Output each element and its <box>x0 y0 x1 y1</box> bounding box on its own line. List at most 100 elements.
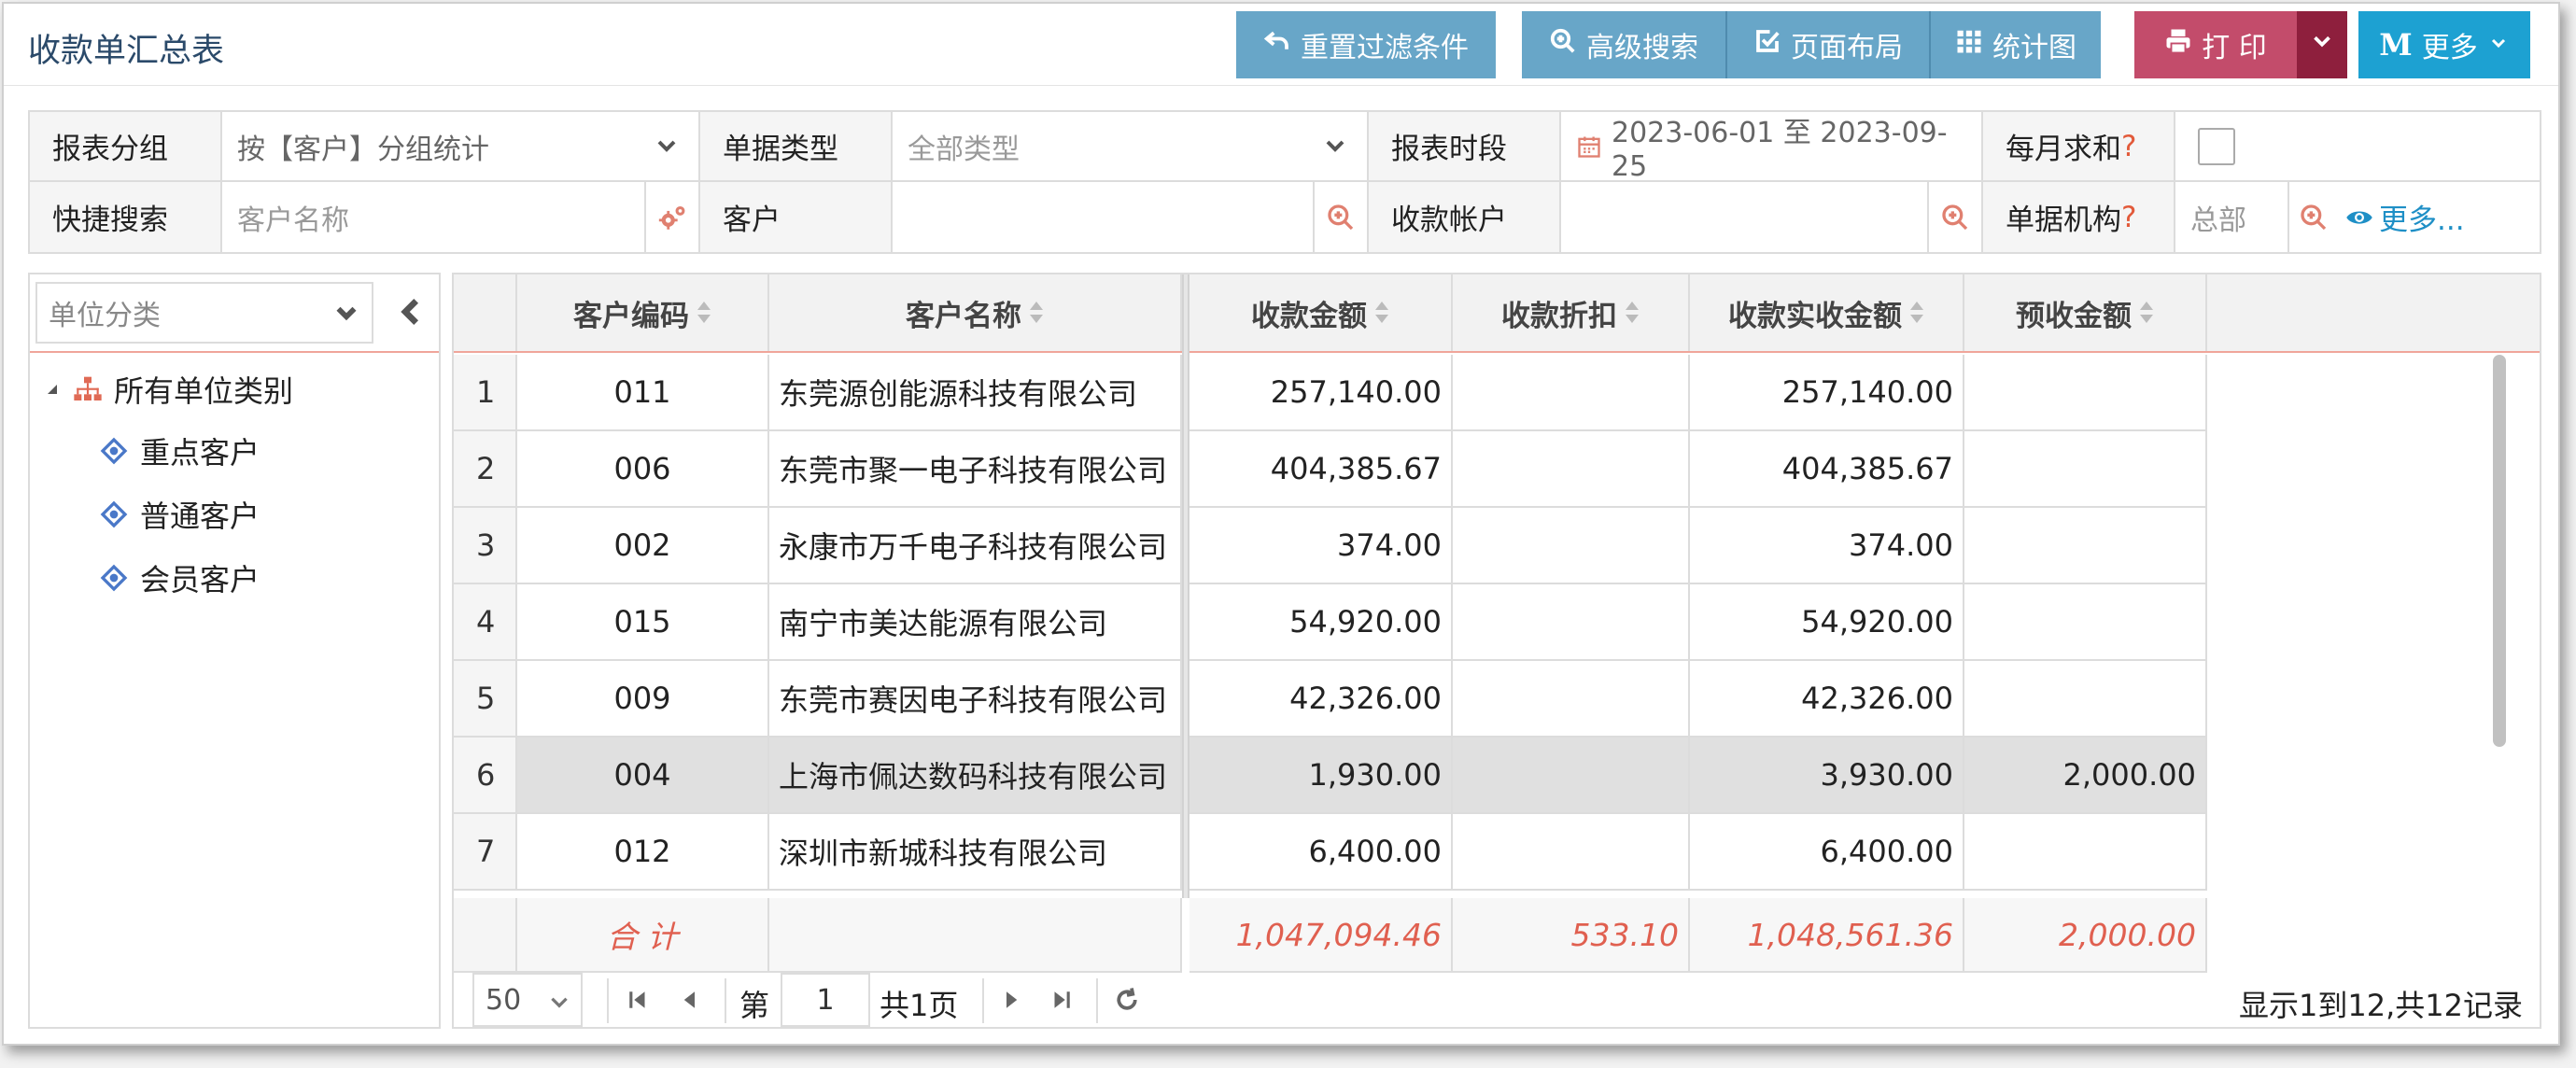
prev-page-icon[interactable] <box>676 986 704 1018</box>
cell-advance[interactable]: 2,000.00 <box>1964 738 2207 814</box>
org-input[interactable]: 总部 <box>2175 182 2289 252</box>
table-row[interactable]: 7 012 深圳市新城科技有限公司 6,400.00 6,400.00 <box>454 814 2508 891</box>
more-button[interactable]: M 更多 <box>2358 11 2530 78</box>
cell-discount[interactable] <box>1453 584 1690 661</box>
cell-amount[interactable]: 54,920.00 <box>1189 584 1453 661</box>
table-row[interactable]: 2 006 东莞市聚一电子科技有限公司 404,385.67 404,385.67 <box>454 431 2508 508</box>
last-page-icon[interactable] <box>1048 986 1076 1018</box>
cell-advance[interactable] <box>1964 584 2207 661</box>
table-row[interactable]: 6 004 上海市佩达数码科技有限公司 1,930.00 3,930.00 2,000.0… <box>454 738 2508 814</box>
cell-actual[interactable]: 42,326.00 <box>1690 661 1964 738</box>
cell-amount[interactable]: 374.00 <box>1189 508 1453 584</box>
cell-code[interactable]: 004 <box>517 738 769 814</box>
cell-name[interactable]: 深圳市新城科技有限公司 <box>769 814 1182 891</box>
cell-amount[interactable]: 257,140.00 <box>1189 355 1453 431</box>
search-settings-button[interactable] <box>646 182 700 252</box>
cell-discount[interactable] <box>1453 814 1690 891</box>
collapse-panel-button[interactable] <box>394 293 426 334</box>
cell-amount[interactable]: 404,385.67 <box>1189 431 1453 508</box>
row-number[interactable]: 2 <box>454 431 517 508</box>
reset-filter-button[interactable]: 重置过滤条件 <box>1236 11 1496 78</box>
cell-code[interactable]: 012 <box>517 814 769 891</box>
category-select[interactable]: 单位分类 <box>35 282 373 344</box>
col-header-amount[interactable]: 收款金额 <box>1189 274 1453 351</box>
cell-code[interactable]: 015 <box>517 584 769 661</box>
customer-lookup-button[interactable] <box>1315 182 1369 252</box>
cell-name[interactable]: 永康市万千电子科技有限公司 <box>769 508 1182 584</box>
cell-amount[interactable]: 42,326.00 <box>1189 661 1453 738</box>
cell-name[interactable]: 南宁市美达能源有限公司 <box>769 584 1182 661</box>
zoom-in-icon[interactable] <box>2299 203 2329 232</box>
cell-code[interactable]: 006 <box>517 431 769 508</box>
next-page-icon[interactable] <box>997 986 1025 1018</box>
cell-name[interactable]: 东莞源创能源科技有限公司 <box>769 355 1182 431</box>
help-mark[interactable]: ? <box>2121 130 2136 163</box>
report-group-select[interactable]: 按【客户】分组统计 <box>222 112 700 182</box>
row-number[interactable]: 1 <box>454 355 517 431</box>
cell-discount[interactable] <box>1453 738 1690 814</box>
monthly-sum-checkbox[interactable] <box>2198 127 2235 165</box>
page-number-input[interactable]: 1 <box>781 973 870 1027</box>
print-dropdown-button[interactable] <box>2297 11 2347 78</box>
col-header-name[interactable]: 客户名称 <box>769 274 1182 351</box>
cell-discount[interactable] <box>1453 508 1690 584</box>
cell-code[interactable]: 009 <box>517 661 769 738</box>
cell-advance[interactable] <box>1964 355 2207 431</box>
cell-discount[interactable] <box>1453 431 1690 508</box>
cell-code[interactable]: 002 <box>517 508 769 584</box>
page-layout-button[interactable]: 页面布局 <box>1725 11 1929 78</box>
cell-amount[interactable]: 6,400.00 <box>1189 814 1453 891</box>
cell-discount[interactable] <box>1453 355 1690 431</box>
doc-type-select[interactable]: 全部类型 <box>893 112 1369 182</box>
customer-input[interactable] <box>893 182 1315 252</box>
table-row[interactable]: 3 002 永康市万千电子科技有限公司 374.00 374.00 <box>454 508 2508 584</box>
collapse-triangle-icon[interactable] <box>43 380 62 399</box>
row-number[interactable]: 3 <box>454 508 517 584</box>
col-header-code[interactable]: 客户编码 <box>517 274 769 351</box>
refresh-icon[interactable] <box>1113 986 1141 1018</box>
table-row[interactable]: 4 015 南宁市美达能源有限公司 54,920.00 54,920.00 <box>454 584 2508 661</box>
vertical-scrollbar[interactable] <box>2493 355 2506 747</box>
row-number[interactable]: 7 <box>454 814 517 891</box>
advanced-search-button[interactable]: 高级搜索 <box>1522 11 1725 78</box>
cell-name[interactable]: 东莞市聚一电子科技有限公司 <box>769 431 1182 508</box>
table-row[interactable]: 5 009 东莞市赛因电子科技有限公司 42,326.00 42,326.00 <box>454 661 2508 738</box>
tree-node-key-customers[interactable]: 重点客户 <box>99 429 260 472</box>
col-header-advance[interactable]: 预收金额 <box>1964 274 2207 351</box>
row-number[interactable]: 6 <box>454 738 517 814</box>
cell-actual[interactable]: 257,140.00 <box>1690 355 1964 431</box>
cell-discount[interactable] <box>1453 661 1690 738</box>
first-page-icon[interactable] <box>624 986 652 1018</box>
account-lookup-button[interactable] <box>1929 182 1983 252</box>
cell-code[interactable]: 011 <box>517 355 769 431</box>
tree-node-normal-customers[interactable]: 普通客户 <box>99 493 260 536</box>
col-header-discount[interactable]: 收款折扣 <box>1453 274 1690 351</box>
cell-name[interactable]: 上海市佩达数码科技有限公司 <box>769 738 1182 814</box>
tree-node-member-customers[interactable]: 会员客户 <box>99 556 260 599</box>
cell-actual[interactable]: 6,400.00 <box>1690 814 1964 891</box>
print-button[interactable]: 打 印 <box>2134 11 2297 78</box>
cell-amount[interactable]: 1,930.00 <box>1189 738 1453 814</box>
row-number[interactable]: 4 <box>454 584 517 661</box>
period-input[interactable]: 2023-06-01 至 2023-09-25 <box>1561 112 1983 183</box>
more-filters-link[interactable]: 更多... <box>2345 196 2465 238</box>
cell-actual[interactable]: 54,920.00 <box>1690 584 1964 661</box>
account-input[interactable] <box>1561 182 1929 252</box>
cell-name[interactable]: 东莞市赛因电子科技有限公司 <box>769 661 1182 738</box>
tree-root-node[interactable]: 所有单位类别 <box>43 368 293 411</box>
cell-advance[interactable] <box>1964 508 2207 584</box>
cell-advance[interactable] <box>1964 431 2207 508</box>
cell-actual[interactable]: 404,385.67 <box>1690 431 1964 508</box>
cell-advance[interactable] <box>1964 814 2207 891</box>
row-number[interactable]: 5 <box>454 661 517 738</box>
cell-advance[interactable] <box>1964 661 2207 738</box>
page-size-select[interactable]: 50 <box>472 973 583 1027</box>
table-row[interactable]: 1 011 东莞源创能源科技有限公司 257,140.00 257,140.00 <box>454 355 2508 431</box>
quick-search-input[interactable]: 客户名称 <box>222 182 646 252</box>
col-header-actual[interactable]: 收款实收金额 <box>1690 274 1964 351</box>
pager-divider <box>982 978 984 1023</box>
chart-button[interactable]: 统计图 <box>1929 11 2101 78</box>
cell-actual[interactable]: 3,930.00 <box>1690 738 1964 814</box>
cell-actual[interactable]: 374.00 <box>1690 508 1964 584</box>
help-mark[interactable]: ? <box>2121 201 2136 234</box>
